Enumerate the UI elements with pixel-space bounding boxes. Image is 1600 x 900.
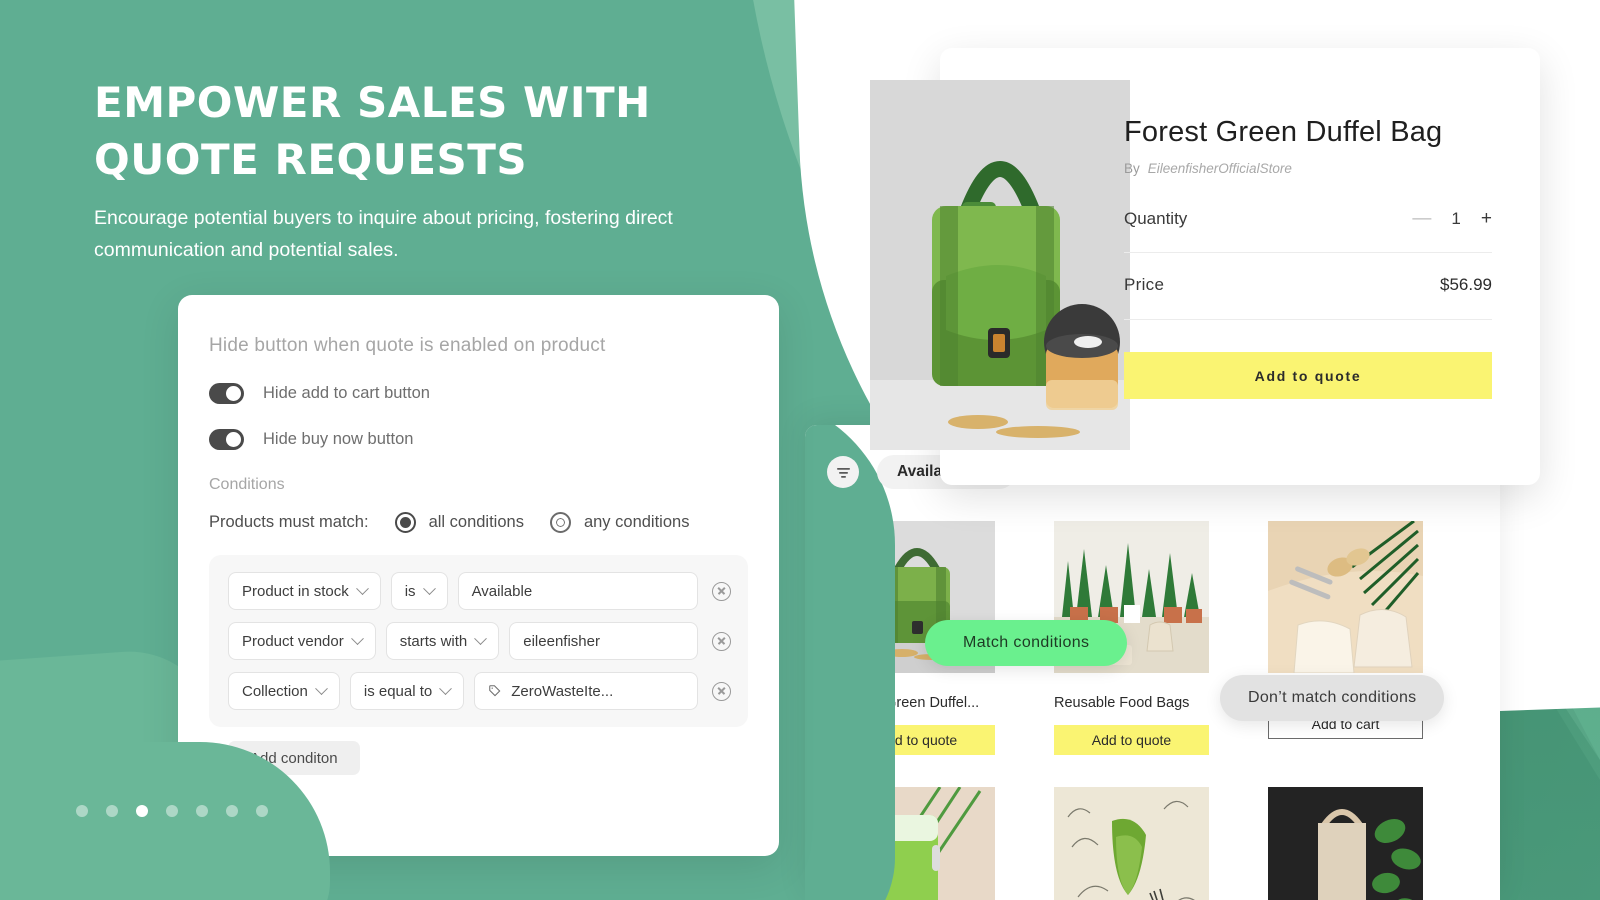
product-detail-title: Forest Green Duffel Bag: [1124, 116, 1443, 148]
radio-any-conditions[interactable]: [549, 512, 571, 533]
product-detail-body: Forest Green Duffel Bag By EileenfisherOf…: [1124, 48, 1540, 399]
page-title: Empower sales with quote requests: [94, 78, 651, 184]
condition-operator-value: starts with: [399, 632, 468, 650]
condition-field-select[interactable]: Collection: [228, 672, 340, 710]
price-value: $56.99: [1440, 275, 1492, 294]
badge-match-conditions: Match conditions: [925, 620, 1128, 666]
duffel-bag-large-image: [870, 80, 1130, 450]
settings-title: Hide button when quote is enabled on pro…: [209, 335, 606, 356]
add-to-quote-cta[interactable]: Add to quote: [1124, 352, 1492, 399]
product-detail-card: Forest Green Duffel Bag By EileenfisherOf…: [870, 48, 1540, 485]
pagination-dot[interactable]: [226, 805, 238, 817]
quantity-row: Quantity — 1 +: [1124, 208, 1492, 253]
radio-dot: [553, 516, 567, 529]
match-mode-label: Products must match:: [209, 513, 369, 531]
carousel-pagination[interactable]: [76, 805, 268, 817]
condition-field-select[interactable]: Product in stock: [228, 572, 381, 610]
price-row: Price $56.99: [1124, 275, 1492, 320]
condition-field-value: Product in stock: [242, 582, 349, 600]
quantity-decrease-button[interactable]: —: [1412, 208, 1431, 230]
hide-buy-now-toggle[interactable]: [209, 429, 244, 450]
toggle-row-buy-now[interactable]: Hide buy now button: [209, 429, 748, 450]
quantity-label: Quantity: [1124, 209, 1188, 228]
product-thumbnail: [1268, 787, 1423, 900]
filter-icon: [836, 467, 850, 478]
condition-value-text: ZeroWasteIte...: [511, 682, 614, 700]
condition-operator-select[interactable]: is: [390, 572, 448, 610]
condition-field-value: Product vendor: [242, 632, 344, 650]
condition-operator-select[interactable]: starts with: [385, 622, 500, 660]
pagination-dot[interactable]: [106, 805, 118, 817]
condition-row: Product in stock is Available: [228, 572, 731, 610]
product-thumbnail: [1054, 787, 1209, 900]
pagination-dot-active[interactable]: [136, 805, 148, 817]
condition-row: Product vendor starts with eileenfisher: [228, 622, 731, 660]
radio-dot: [399, 517, 411, 528]
condition-row: Collection is equal to ZeroWasteIte...: [228, 672, 731, 710]
condition-value-text: Available: [471, 582, 533, 600]
badge-no-match-conditions: Don’t match conditions: [1220, 675, 1445, 721]
condition-field-value: Collection: [242, 682, 308, 700]
product-detail-image: [870, 80, 1130, 450]
remove-condition-icon[interactable]: [712, 681, 731, 701]
radio-all-conditions[interactable]: [394, 512, 416, 533]
botanical-napkin-image: [1054, 787, 1209, 900]
radio-any-conditions-label: any conditions: [583, 513, 690, 531]
condition-value-input[interactable]: ZeroWasteIte...: [474, 672, 698, 710]
chevron-down-icon: [474, 631, 488, 645]
hide-add-to-cart-toggle[interactable]: [209, 383, 244, 404]
pagination-dot[interactable]: [196, 805, 208, 817]
radio-all-conditions-label: all conditions: [428, 513, 524, 531]
product-card[interactable]: [1268, 787, 1423, 900]
remove-condition-icon[interactable]: [712, 581, 731, 601]
hide-buy-now-label: Hide buy now button: [263, 430, 414, 448]
condition-value-input[interactable]: Available: [457, 572, 698, 610]
product-card[interactable]: [1054, 787, 1209, 900]
match-mode-row: Products must match: all conditions any …: [209, 512, 748, 533]
price-label: Price: [1124, 275, 1165, 294]
toggle-row-add-to-cart[interactable]: Hide add to cart button: [209, 383, 748, 404]
condition-operator-value: is equal to: [363, 682, 433, 700]
quantity-stepper[interactable]: — 1 +: [1412, 208, 1492, 230]
pagination-dot[interactable]: [166, 805, 178, 817]
product-detail-vendor: By EileenfisherOfficialStore: [1124, 161, 1492, 176]
quantity-value: 1: [1451, 209, 1461, 228]
filter-button[interactable]: [827, 456, 859, 488]
chevron-down-icon: [355, 581, 369, 595]
product-thumbnail: [1268, 521, 1423, 673]
condition-value-text: eileenfisher: [523, 632, 600, 650]
condition-operator-select[interactable]: is equal to: [349, 672, 465, 710]
hide-add-to-cart-label: Hide add to cart button: [263, 384, 430, 402]
vendor-name: EileenfisherOfficialStore: [1147, 161, 1292, 176]
condition-value-input[interactable]: eileenfisher: [509, 622, 698, 660]
tote-bag-dark-image: [1268, 787, 1423, 900]
vendor-by-label: By: [1124, 161, 1140, 176]
product-name: Reusable Food Bags: [1054, 695, 1190, 711]
toggle-knob: [226, 432, 241, 447]
tag-icon: [489, 685, 501, 697]
pagination-dot[interactable]: [256, 805, 268, 817]
conditions-list: Product in stock is Available Product ve…: [209, 555, 748, 727]
remove-condition-icon[interactable]: [712, 631, 731, 651]
product-grid-panel: Available Forest Green Duffel... Add to …: [805, 425, 1500, 900]
chevron-down-icon: [422, 581, 436, 595]
condition-field-select[interactable]: Product vendor: [228, 622, 376, 660]
pagination-dot[interactable]: [76, 805, 88, 817]
chevron-down-icon: [350, 631, 364, 645]
condition-operator-value: is: [404, 582, 416, 600]
cutlery-tote-image: [1268, 521, 1423, 673]
decorative-green-arc: [805, 425, 895, 900]
toggle-knob: [226, 386, 241, 401]
add-to-quote-button[interactable]: Add to quote: [1054, 725, 1209, 755]
chevron-down-icon: [439, 681, 453, 695]
page-subtitle: Encourage potential buyers to inquire ab…: [94, 207, 673, 261]
quantity-increase-button[interactable]: +: [1481, 208, 1492, 230]
conditions-heading: Conditions: [209, 476, 285, 493]
chevron-down-icon: [315, 681, 328, 695]
